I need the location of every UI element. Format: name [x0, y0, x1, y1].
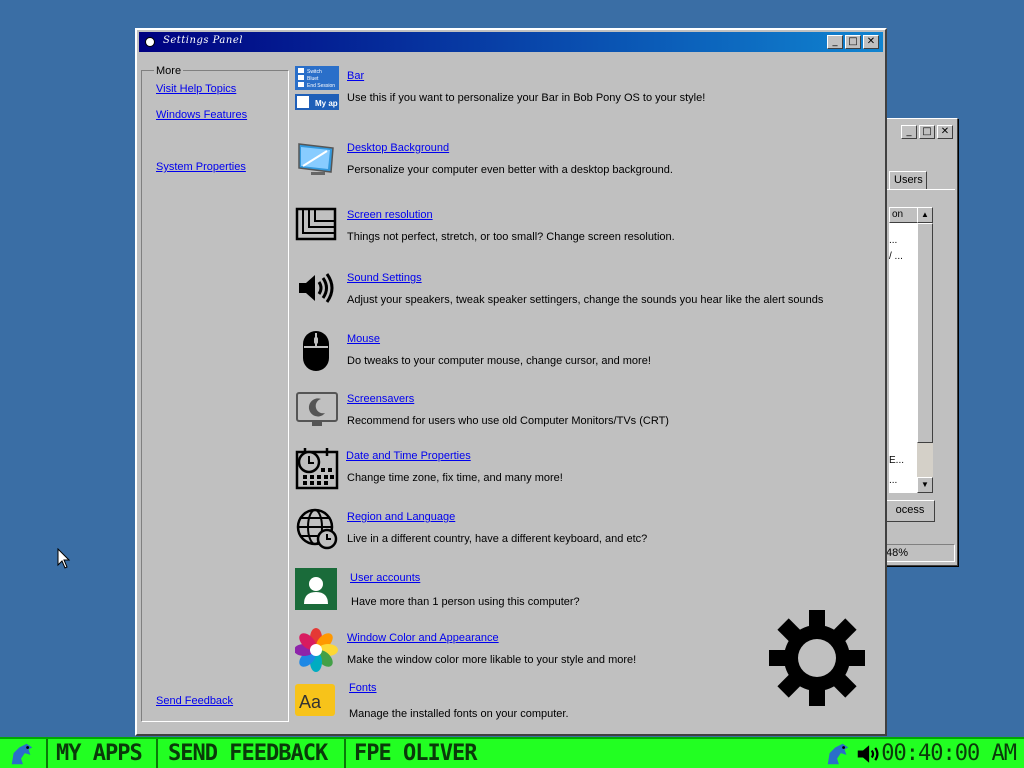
setting-link-user-accounts[interactable]: User accounts	[350, 572, 420, 584]
setting-item-screen-resolution[interactable]: Screen resolution Things not perfect, st…	[295, 205, 875, 261]
window-title: Settings Panel	[163, 35, 243, 46]
minimize-button[interactable]: _	[827, 35, 843, 49]
bar-icon-text-2: Bluet	[307, 76, 319, 82]
gear-icon	[767, 608, 867, 708]
bar-preview-icon[interactable]: Switch Bluet End Session My ap	[295, 66, 339, 112]
bar-icon-text-1: Switch	[307, 69, 322, 75]
taskbar-user-name[interactable]: FPE OLIVER	[348, 739, 478, 768]
sidebar-link-help-topics[interactable]: Visit Help Topics	[156, 83, 236, 95]
bg-status-cpu: 48%	[883, 544, 955, 562]
setting-item-bar[interactable]: Switch Bluet End Session My ap Bar Use t…	[295, 66, 875, 122]
mouse-cursor-icon	[57, 547, 71, 570]
setting-item-date-time[interactable]: Date and Time Properties Change time zon…	[295, 446, 875, 502]
setting-link-date-time[interactable]: Date and Time Properties	[346, 450, 471, 462]
scroll-down-icon[interactable]: ▼	[917, 477, 933, 493]
color-wheel-icon[interactable]	[294, 628, 339, 672]
start-button[interactable]	[0, 739, 48, 768]
bar-icon-text-3: End Session	[307, 83, 335, 89]
list-item[interactable]: / ...	[889, 251, 903, 262]
taskbar: MY APPS SEND FEEDBACK FPE OLIVER 00:40:0…	[0, 737, 1024, 768]
setting-desc-screen-resolution: Things not perfect, stretch, or too smal…	[347, 231, 675, 243]
setting-link-bar[interactable]: Bar	[347, 70, 364, 82]
end-process-button[interactable]: ocess	[885, 500, 935, 522]
setting-desc-screensavers: Recommend for users who use old Computer…	[347, 415, 669, 427]
setting-desc-window-color: Make the window color more likable to yo…	[347, 654, 637, 666]
mouse-icon[interactable]	[295, 329, 339, 373]
bg-process-list[interactable]: ... / ... E... ...	[889, 223, 917, 493]
volume-icon[interactable]	[856, 741, 884, 767]
list-item[interactable]: ...	[889, 475, 897, 486]
setting-item-sound-settings[interactable]: Sound Settings Adjust your speakers, twe…	[295, 268, 875, 324]
setting-desc-mouse: Do tweaks to your computer mouse, change…	[347, 355, 651, 367]
maximize-button[interactable]: □	[845, 35, 861, 49]
taskbar-my-apps[interactable]: MY APPS	[50, 739, 158, 768]
screensaver-icon[interactable]	[295, 389, 339, 433]
sidebar-link-send-feedback[interactable]: Send Feedback	[156, 695, 233, 707]
calendar-clock-icon[interactable]	[295, 446, 339, 490]
setting-desc-desktop-background: Personalize your computer even better wi…	[347, 164, 673, 176]
bob-pony-logo-icon	[11, 743, 33, 765]
globe-clock-icon[interactable]	[295, 507, 339, 551]
setting-link-fonts[interactable]: Fonts	[349, 682, 377, 694]
monitor-wallpaper-icon[interactable]	[295, 138, 339, 182]
tab-users[interactable]: Users	[889, 171, 927, 189]
setting-desc-region-language: Live in a different country, have a diff…	[347, 533, 648, 545]
setting-item-screensavers[interactable]: Screensavers Recommend for users who use…	[295, 389, 875, 445]
setting-link-desktop-background[interactable]: Desktop Background	[347, 142, 449, 154]
font-icon[interactable]: Aa	[295, 680, 339, 724]
user-icon[interactable]	[295, 568, 339, 612]
setting-desc-date-time: Change time zone, fix time, and many mor…	[347, 472, 563, 484]
setting-item-region-language[interactable]: Region and Language Live in a different …	[295, 507, 875, 563]
setting-item-desktop-background[interactable]: Desktop Background Personalize your comp…	[295, 138, 875, 194]
setting-item-mouse[interactable]: Mouse Do tweaks to your computer mouse, …	[295, 329, 875, 385]
window-titlebar[interactable]: Settings Panel _ □ ✕	[139, 32, 883, 52]
setting-desc-user-accounts: Have more than 1 person using this compu…	[351, 596, 580, 608]
setting-desc-fonts: Manage the installed fonts on your compu…	[349, 708, 569, 720]
setting-desc-bar: Use this if you want to personalize your…	[347, 92, 706, 104]
setting-link-sound-settings[interactable]: Sound Settings	[347, 272, 422, 284]
window-app-icon[interactable]	[145, 37, 155, 47]
settings-window[interactable]: Settings Panel _ □ ✕ More Visit Help Top…	[135, 28, 887, 736]
sidebar-link-windows-features[interactable]: Windows Features	[156, 109, 247, 121]
list-item[interactable]: ...	[889, 235, 897, 246]
bg-scrollbar[interactable]: ▲ ▼	[917, 207, 933, 493]
scroll-thumb[interactable]	[917, 223, 933, 443]
setting-link-screensavers[interactable]: Screensavers	[347, 393, 414, 405]
setting-link-window-color[interactable]: Window Color and Appearance	[347, 632, 499, 644]
bg-column-header[interactable]: on	[889, 207, 919, 223]
resolution-icon[interactable]	[295, 205, 339, 249]
taskbar-clock[interactable]: 00:40:00 AM	[881, 739, 1017, 768]
close-button[interactable]: ✕	[863, 35, 879, 49]
bg-minimize-button[interactable]: _	[901, 125, 917, 139]
setting-link-region-language[interactable]: Region and Language	[347, 511, 455, 523]
more-sidebar: More Visit Help Topics Windows Features …	[141, 65, 289, 722]
setting-desc-sound-settings: Adjust your speakers, tweak speaker sett…	[347, 294, 824, 306]
sidebar-link-system-properties[interactable]: System Properties	[156, 161, 246, 173]
speaker-icon[interactable]	[295, 268, 339, 312]
bar-icon-text-4: My ap	[315, 99, 338, 108]
bg-maximize-button[interactable]: □	[919, 125, 935, 139]
bg-close-button[interactable]: ✕	[937, 125, 953, 139]
setting-link-mouse[interactable]: Mouse	[347, 333, 380, 345]
list-item[interactable]: E...	[889, 455, 904, 466]
scroll-up-icon[interactable]: ▲	[917, 207, 933, 223]
taskbar-send-feedback[interactable]: SEND FEEDBACK	[160, 739, 346, 768]
network-pony-icon[interactable]	[824, 741, 852, 767]
setting-link-screen-resolution[interactable]: Screen resolution	[347, 209, 433, 221]
sidebar-legend: More	[154, 65, 184, 77]
font-icon-text: Aa	[299, 692, 322, 712]
